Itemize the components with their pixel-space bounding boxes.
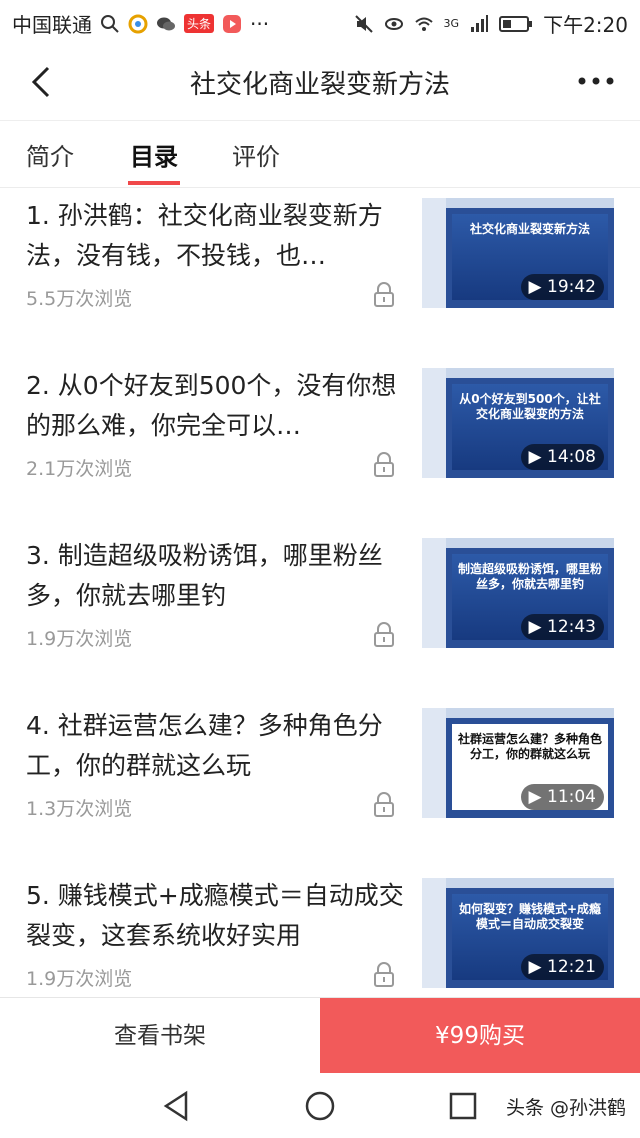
duration-badge: ▶ 12:21: [520, 954, 604, 980]
status-bar: 中国联通 头条 ··· 3G 下午2:20: [0, 0, 640, 44]
wechat-icon: [157, 17, 175, 30]
lock-icon: [374, 622, 394, 647]
video-thumbnail[interactable]: 社群运营怎么建？多种角色分工，你的群就这么玩 ▶ 11:04: [422, 708, 614, 818]
view-count: 1.9万次浏览: [26, 968, 133, 990]
clock: 下午2:20: [543, 13, 628, 37]
buy-button[interactable]: ¥99购买: [320, 998, 640, 1074]
battery-icon: [499, 15, 533, 32]
watermark: 头条 @孙洪鹤: [505, 1097, 626, 1119]
video-thumbnail[interactable]: 制造超级吸粉诱饵，哪里粉丝多，你就去哪里钓 ▶ 12:43: [422, 538, 614, 648]
more-notifications-icon: ···: [250, 11, 270, 36]
lesson-title: 4. 社群运营怎么建？多种角色分工，你的群就这么玩: [26, 711, 383, 780]
lesson-title: 5. 赚钱模式+成瘾模式＝自动成交裂变，这套系统收好实用: [26, 881, 404, 950]
lock-icon: [374, 962, 394, 987]
nav-recents-icon[interactable]: [446, 1089, 480, 1123]
more-options-icon[interactable]: [574, 66, 618, 96]
view-bookshelf-button[interactable]: 查看书架: [0, 998, 320, 1074]
browser-icon: [128, 14, 148, 33]
lesson-title: 2. 从0个好友到500个，没有你想的那么难，你完全可以…: [26, 371, 397, 440]
lesson-title: 3. 制造超级吸粉诱饵，哪里粉丝多，你就去哪里钓: [26, 541, 383, 610]
wifi-icon: [414, 17, 433, 31]
signal-icon: [471, 14, 489, 32]
lesson-item-2[interactable]: 2. 从0个好友到500个，没有你想的那么难，你完全可以… 2.1万次浏览 从0…: [0, 358, 640, 530]
tab-bar: 简介 目录 评价: [0, 121, 640, 188]
search-icon: [101, 14, 119, 33]
lesson-list: 1. 孙洪鹤：社交化商业裂变新方法，没有钱，不投钱，也… 5.5万次浏览 社交化…: [0, 188, 640, 996]
tab-reviews[interactable]: 评价: [232, 137, 280, 172]
duration-badge: ▶ 19:42: [520, 274, 604, 300]
page-title: 社交化商业裂变新方法: [189, 70, 450, 100]
lock-icon: [374, 282, 394, 307]
tab-catalog[interactable]: 目录: [130, 137, 178, 172]
video-thumbnail[interactable]: 社交化商业裂变新方法 ▶ 19:42: [422, 198, 614, 308]
view-count: 1.9万次浏览: [26, 628, 133, 650]
view-count: 1.3万次浏览: [26, 798, 133, 820]
active-tab-indicator: [128, 181, 180, 185]
lesson-title: 1. 孙洪鹤：社交化商业裂变新方法，没有钱，不投钱，也…: [26, 201, 383, 270]
video-thumbnail[interactable]: 如何裂变？赚钱模式+成瘾模式＝自动成交裂变 ▶ 12:21: [422, 878, 614, 988]
bottom-action-bar: 查看书架 ¥99购买: [0, 997, 640, 1074]
view-count: 2.1万次浏览: [26, 458, 133, 480]
lesson-item-3[interactable]: 3. 制造超级吸粉诱饵，哪里粉丝多，你就去哪里钓 1.9万次浏览 制造超级吸粉诱…: [0, 528, 640, 700]
lock-icon: [374, 792, 394, 817]
video-thumbnail[interactable]: 从0个好友到500个，让社交化商业裂变的方法 ▶ 14:08: [422, 368, 614, 478]
eye-icon: [384, 17, 403, 30]
nav-back-icon[interactable]: [160, 1089, 194, 1123]
lock-icon: [374, 452, 394, 477]
duration-badge: ▶ 14:08: [520, 444, 604, 470]
app-bar: 社交化商业裂变新方法: [0, 44, 640, 121]
duration-badge: ▶ 11:04: [520, 784, 604, 810]
lesson-item-4[interactable]: 4. 社群运营怎么建？多种角色分工，你的群就这么玩 1.3万次浏览 社群运营怎么…: [0, 698, 640, 870]
nav-home-icon[interactable]: [303, 1089, 337, 1123]
video-app-icon: [223, 14, 242, 33]
mute-icon: [354, 14, 373, 33]
carrier-label: 中国联通: [12, 13, 92, 37]
lesson-item-1[interactable]: 1. 孙洪鹤：社交化商业裂变新方法，没有钱，不投钱，也… 5.5万次浏览 社交化…: [0, 188, 640, 360]
view-count: 5.5万次浏览: [26, 288, 133, 310]
tab-intro[interactable]: 简介: [26, 137, 74, 172]
system-nav-bar: 头条 @孙洪鹤: [0, 1073, 640, 1138]
lesson-item-5[interactable]: 5. 赚钱模式+成瘾模式＝自动成交裂变，这套系统收好实用 1.9万次浏览 如何裂…: [0, 868, 640, 996]
network-type: 3G: [443, 17, 460, 30]
news-badge: 头条: [184, 14, 215, 33]
duration-badge: ▶ 12:43: [520, 614, 604, 640]
